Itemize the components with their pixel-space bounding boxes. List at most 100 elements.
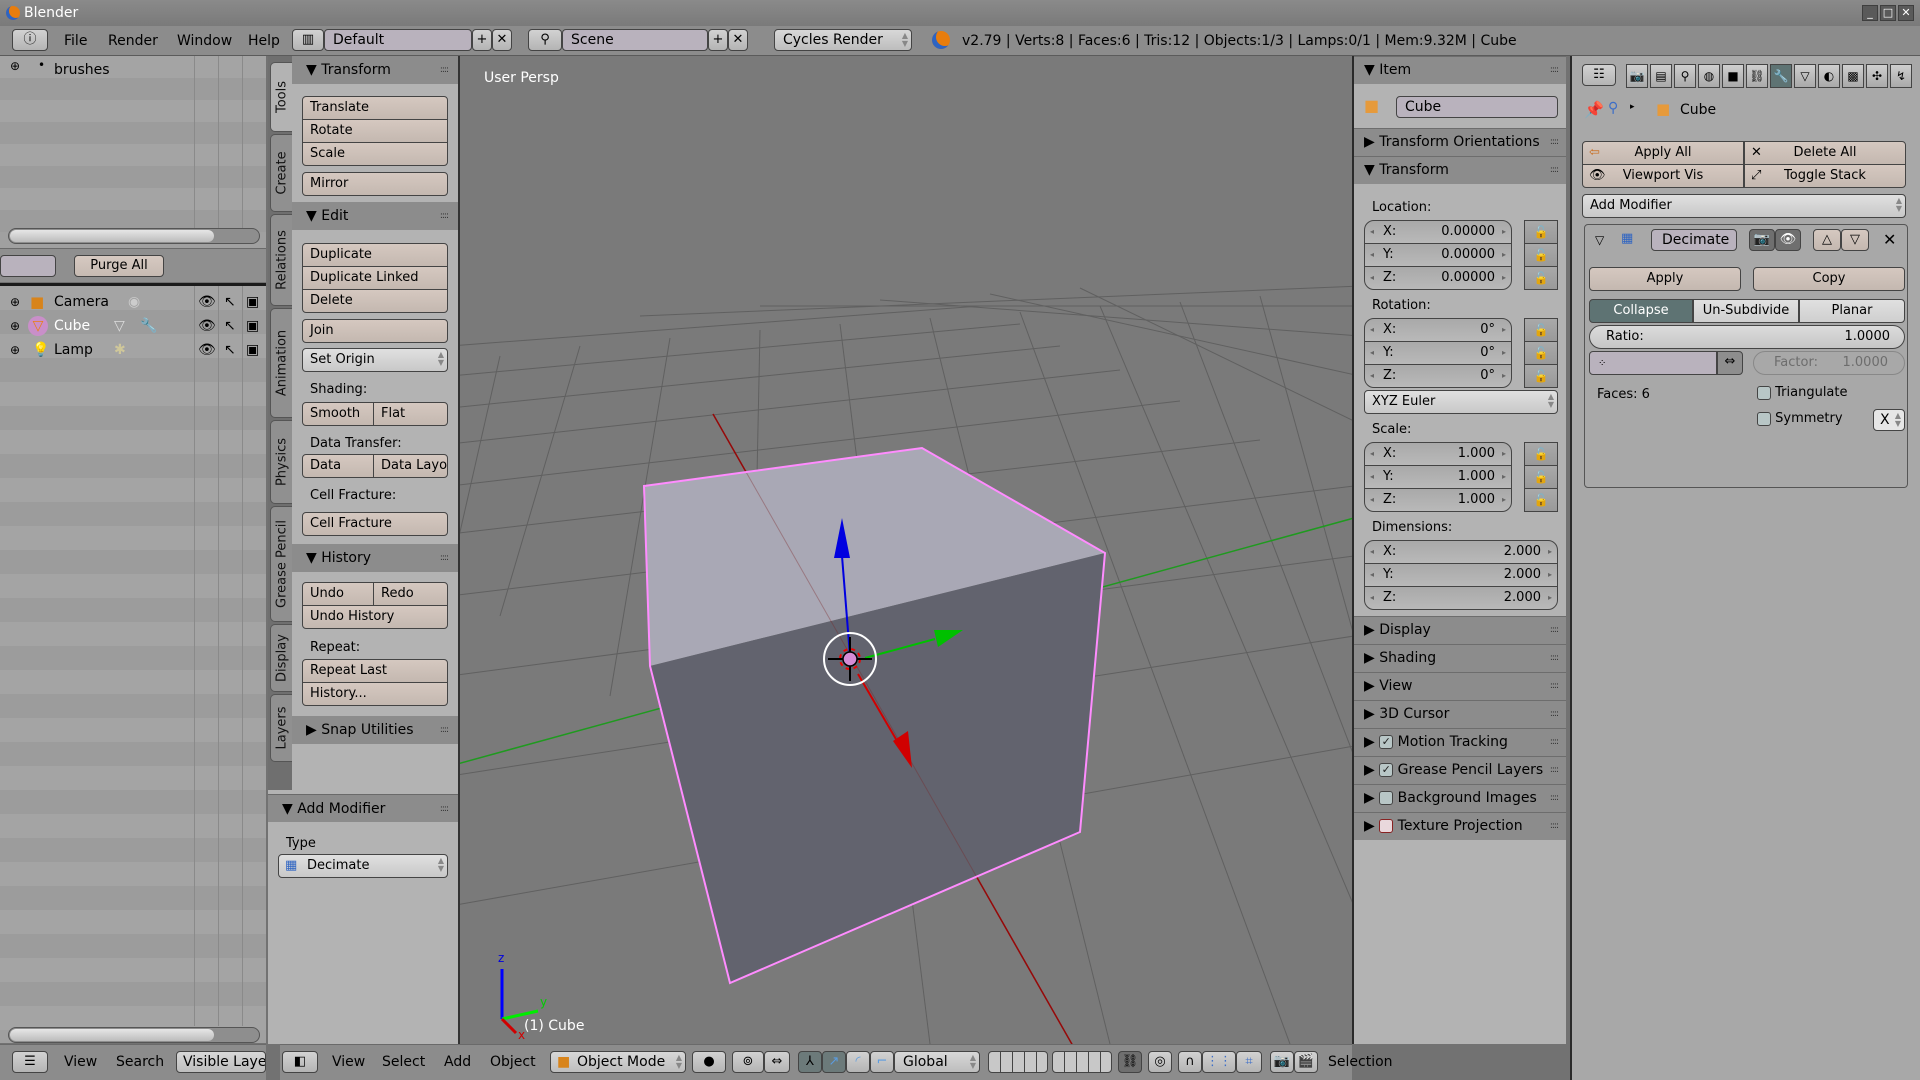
drag-grip-icon[interactable]: :::: — [1550, 757, 1559, 784]
decrement-arrow-icon[interactable]: ◂ — [1370, 267, 1374, 289]
undo-button[interactable]: Undo — [302, 582, 374, 606]
scale-manipulator-button[interactable]: ⌐ — [870, 1051, 894, 1073]
remove-modifier-button[interactable]: ✕ — [1883, 230, 1896, 249]
minimize-button[interactable]: _ — [1862, 5, 1878, 21]
panel-header-transform[interactable]: ▼ Transform:::: — [1354, 156, 1566, 184]
rot-field-z[interactable]: ◂ Z: 0° ▸ — [1364, 364, 1512, 388]
lock-toggle-y[interactable]: 🔓 — [1524, 465, 1558, 489]
expand-icon[interactable]: ⊕ — [10, 59, 20, 73]
panel-header-transform[interactable]: ▼ Transform:::: — [292, 56, 458, 84]
viewport-display-toggle-button[interactable]: 👁 — [1775, 229, 1801, 251]
translate-manipulator-button[interactable]: ↗ — [822, 1051, 846, 1073]
mirror-button[interactable]: Mirror — [302, 172, 448, 196]
decrement-arrow-icon[interactable]: ◂ — [1370, 541, 1374, 563]
lock-toggle-y[interactable]: 🔓 — [1524, 341, 1558, 365]
translate-button[interactable]: Translate — [302, 96, 448, 120]
expand-icon[interactable]: ⊕ — [10, 290, 20, 314]
menu-render[interactable]: Render — [108, 33, 158, 49]
context-tab-constraints[interactable]: ⛓ — [1746, 64, 1768, 88]
increment-arrow-icon[interactable]: ▸ — [1502, 244, 1506, 266]
toggle-stack-button[interactable]: ⤢ Toggle Stack — [1744, 164, 1906, 188]
tab-tools[interactable]: Tools — [270, 62, 292, 132]
dim-field-x[interactable]: ◂ X: 2.000 ▸ — [1364, 540, 1558, 564]
panel-header-grease-pencil-layers[interactable]: ▶ ✓ Grease Pencil Layers:::: — [1354, 756, 1566, 784]
scene-field[interactable]: Scene — [562, 29, 708, 51]
delete-all-button[interactable]: ✕ Delete All — [1744, 141, 1906, 165]
outliner-menu-view[interactable]: View — [64, 1054, 97, 1070]
render-engine-dropdown[interactable]: Cycles Render ▲ ▼ — [774, 29, 912, 51]
scale-field-z[interactable]: ◂ Z: 1.000 ▸ — [1364, 488, 1512, 512]
interaction-mode-dropdown[interactable]: ■ Object Mode ▲ ▼ — [550, 1051, 686, 1073]
outliner-item-label[interactable]: Camera — [54, 290, 109, 314]
lock-camera-layers-button[interactable]: ⛓ — [1118, 1051, 1142, 1073]
panel-header-view[interactable]: ▶ View:::: — [1354, 672, 1566, 700]
drag-grip-icon[interactable]: :::: — [440, 716, 449, 744]
drag-grip-icon[interactable]: :::: — [440, 202, 449, 230]
shade-flat-button[interactable]: Flat — [373, 402, 448, 426]
decrement-arrow-icon[interactable]: ◂ — [1370, 587, 1374, 609]
increment-arrow-icon[interactable]: ▸ — [1502, 342, 1506, 364]
view3d-menu-object[interactable]: Object — [490, 1054, 536, 1070]
ratio-slider[interactable]: Ratio: 1.0000 — [1589, 325, 1905, 349]
lock-toggle-z[interactable]: 🔓 — [1524, 266, 1558, 290]
proportional-editing-button[interactable]: ◎ — [1148, 1051, 1172, 1073]
visibility-eye-icon[interactable]: 👁 — [198, 338, 216, 362]
purge-all-button[interactable]: Purge All — [74, 255, 164, 277]
editor-type-info-button[interactable]: ⓘ — [12, 29, 48, 51]
panel-header-history[interactable]: ▼ History:::: — [292, 544, 458, 572]
increment-arrow-icon[interactable]: ▸ — [1502, 489, 1506, 511]
drag-grip-icon[interactable]: :::: — [440, 56, 449, 84]
rotate-manipulator-button[interactable]: ◜ — [846, 1051, 870, 1073]
decrement-arrow-icon[interactable]: ◂ — [1370, 564, 1374, 586]
manipulate-center-points-button[interactable]: ⇔ — [764, 1051, 790, 1073]
scene-layers-grid-2[interactable] — [1052, 1051, 1112, 1073]
decrement-arrow-icon[interactable]: ◂ — [1370, 489, 1374, 511]
outliner-scrollbar[interactable] — [8, 1027, 260, 1043]
duplicate-button[interactable]: Duplicate — [302, 243, 448, 267]
view3d-menu-add[interactable]: Add — [444, 1054, 471, 1070]
drag-grip-icon[interactable]: :::: — [440, 795, 449, 823]
context-tab-material[interactable]: ◐ — [1818, 64, 1840, 88]
decrement-arrow-icon[interactable]: ◂ — [1370, 466, 1374, 488]
context-tab-particles[interactable]: ✣ — [1866, 64, 1888, 88]
rotation-mode-dropdown[interactable]: XYZ Euler ▲ ▼ — [1364, 390, 1558, 414]
expand-icon[interactable]: ⊕ — [10, 314, 20, 338]
render-opengl-image-button[interactable]: 📷 — [1270, 1051, 1294, 1073]
vertex-group-field[interactable]: ⁘ — [1589, 351, 1717, 375]
renderable-camera-icon[interactable]: ▣ — [246, 290, 259, 314]
scene-layers-grid-1[interactable] — [988, 1051, 1048, 1073]
drag-grip-icon[interactable]: :::: — [1550, 701, 1559, 728]
outliner-top-scrollbar[interactable] — [8, 228, 260, 244]
expand-icon[interactable]: ⊕ — [10, 338, 20, 362]
increment-arrow-icon[interactable]: ▸ — [1502, 267, 1506, 289]
move-up-button[interactable]: △ — [1813, 229, 1841, 251]
delete-button[interactable]: Delete — [302, 289, 448, 313]
decimate-mode-collapse[interactable]: Collapse — [1589, 299, 1693, 323]
viewport-canvas[interactable]: z y x — [460, 56, 1352, 1044]
delete-layout-button[interactable]: ✕ — [492, 29, 512, 51]
increment-arrow-icon[interactable]: ▸ — [1548, 541, 1552, 563]
lock-toggle-x[interactable]: 🔓 — [1524, 442, 1558, 466]
context-tab-render[interactable]: 📷 — [1626, 64, 1648, 88]
checkbox-checked[interactable]: ✓ — [1379, 763, 1394, 777]
outliner-menu-search[interactable]: Search — [116, 1054, 164, 1070]
tab-layers[interactable]: Layers — [270, 694, 292, 762]
panel-header-add-modifier[interactable]: ▼ Add Modifier:::: — [268, 794, 458, 822]
increment-arrow-icon[interactable]: ▸ — [1502, 365, 1506, 387]
lock-toggle-y[interactable]: 🔓 — [1524, 243, 1558, 267]
renderable-camera-icon[interactable]: ▣ — [246, 338, 259, 362]
panel-header-shading[interactable]: ▶ Shading:::: — [1354, 644, 1566, 672]
drag-grip-icon[interactable]: :::: — [1550, 617, 1559, 644]
join-button[interactable]: Join — [302, 319, 448, 343]
selectable-cursor-icon[interactable]: ↖ — [224, 314, 236, 338]
loc-field-z[interactable]: ◂ Z: 0.00000 ▸ — [1364, 266, 1512, 290]
loc-field-y[interactable]: ◂ Y: 0.00000 ▸ — [1364, 243, 1512, 267]
add-modifier-dropdown[interactable]: Add Modifier ▲ ▼ — [1582, 194, 1906, 218]
screen-layout-field[interactable]: Default — [324, 29, 472, 51]
drag-grip-icon[interactable]: :::: — [1550, 673, 1559, 700]
outliner-item-label[interactable]: Cube — [54, 314, 90, 338]
decrement-arrow-icon[interactable]: ◂ — [1370, 221, 1374, 243]
rot-field-x[interactable]: ◂ X: 0° ▸ — [1364, 318, 1512, 342]
context-tab-physics[interactable]: ↯ — [1890, 64, 1912, 88]
increment-arrow-icon[interactable]: ▸ — [1548, 564, 1552, 586]
